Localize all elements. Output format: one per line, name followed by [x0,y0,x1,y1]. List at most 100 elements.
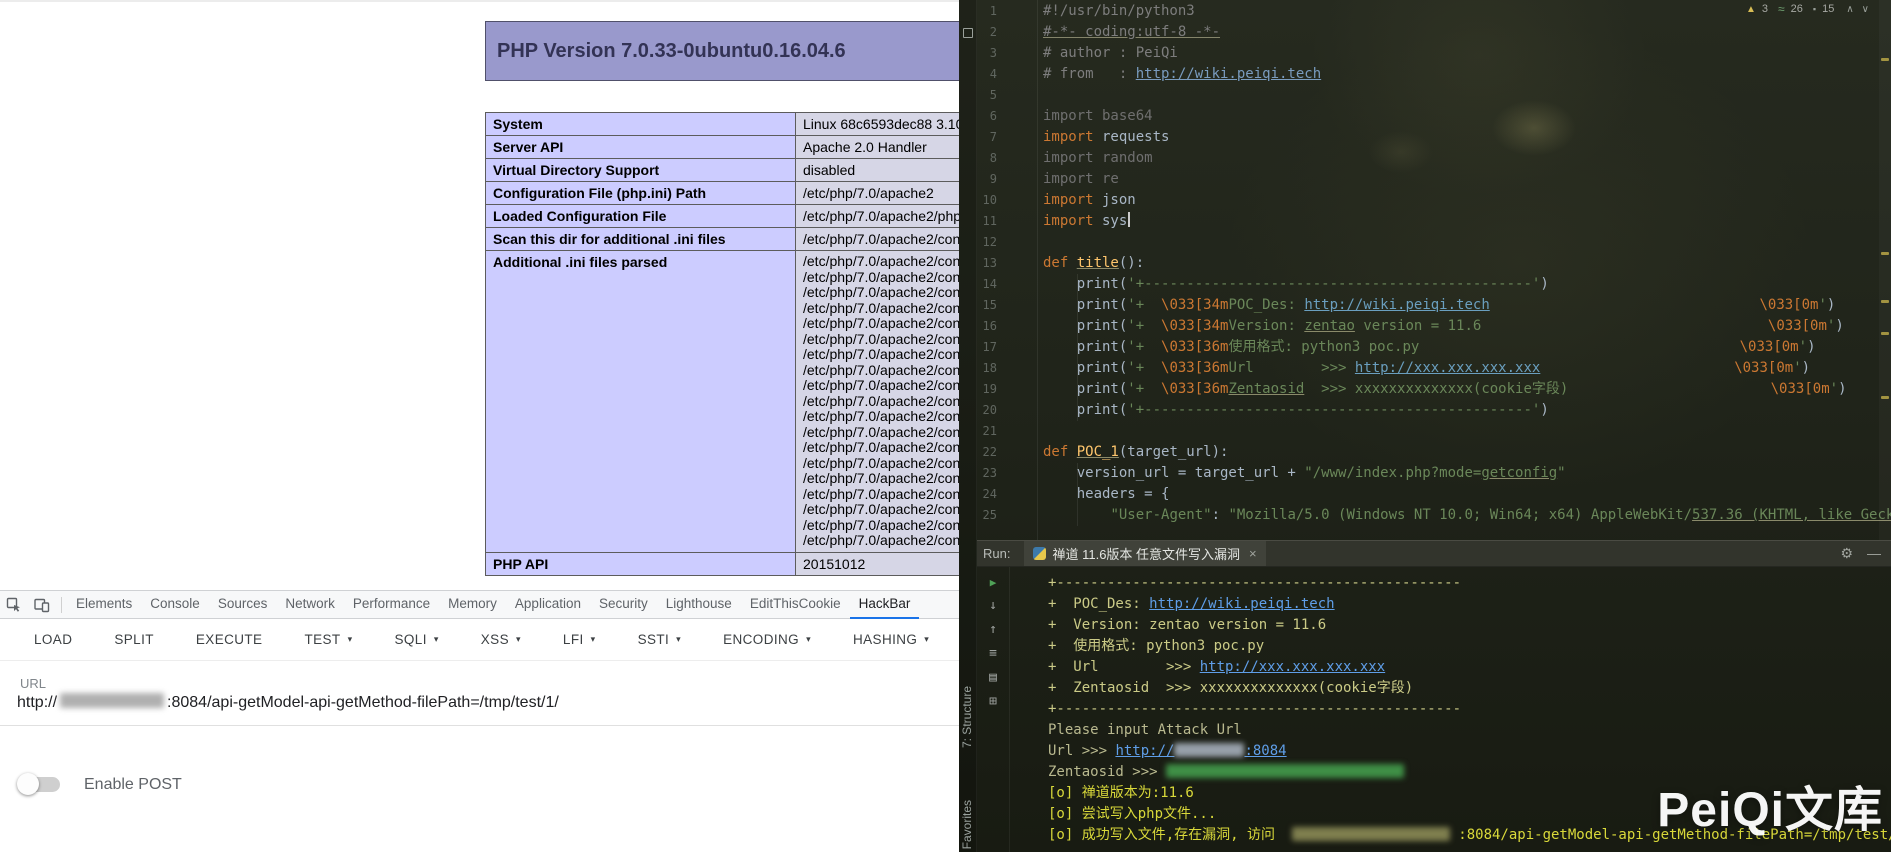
token: ' [1799,339,1807,355]
token: import [1043,213,1094,229]
devtools-tab-memory[interactable]: Memory [439,590,506,619]
hackbar-menu-split[interactable]: SPLIT [114,632,154,647]
error-stripe-mark[interactable] [1881,332,1889,335]
minimize-icon[interactable]: — [1867,545,1881,562]
token: print( [1043,381,1127,397]
enable-post-toggle[interactable] [17,773,63,795]
token: \033[0m [1734,360,1793,376]
phpinfo-table: SystemLinux 68c6593dec88 3.10.0Server AP… [485,112,959,576]
line-number: 13 [977,253,997,274]
url-link[interactable]: http://wiki.peiqi.tech [1304,297,1489,313]
devtools-tab-lighthouse[interactable]: Lighthouse [657,590,741,619]
hackbar-menu-sqli[interactable]: SQLI▾ [394,632,438,647]
prev-error-icon[interactable]: ∧ [1846,4,1853,15]
error-stripe-mark[interactable] [1881,252,1889,255]
gutter-fold-area [997,169,1038,190]
token: zentao [1304,318,1355,334]
token: [o] 成功写入文件,存在漏洞, 访问 [1048,827,1292,843]
line-number: 1 [977,1,997,22]
token: #!/usr/bin/python3 [1043,3,1195,19]
next-error-icon[interactable]: ∨ [1862,4,1869,15]
close-tab-icon[interactable]: × [1249,546,1257,561]
inspect-element-button[interactable] [0,591,28,618]
hackbar-menu-execute[interactable]: EXECUTE [196,632,263,647]
console-line: + Version: zentao version = 11.6 [1048,615,1891,636]
print-icon[interactable]: ▤ [989,670,997,685]
gutter-fold-area [997,379,1038,400]
devtools-tab-editthiscookie[interactable]: EditThisCookie [741,590,850,619]
token: (target_url): [1119,444,1229,460]
error-stripe-mark[interactable] [1881,300,1889,303]
code-text: def title(): [1038,253,1144,274]
console-line: +---------------------------------------… [1048,699,1891,720]
devtools-tab-console[interactable]: Console [141,590,209,619]
ini-file-path: /etc/php/7.0/apache2/con [803,502,959,518]
code-text: import sys [1038,211,1130,232]
scroll-down-icon[interactable]: ↓ [989,598,997,613]
gutter-fold-area [997,484,1038,505]
devtools-tab-elements[interactable]: Elements [67,590,141,619]
code-line: 10import json [977,190,1879,211]
run-panel-tabbar: Run: 禅道 11.6版本 任意文件写入漏洞 × ⚙ — [977,540,1891,567]
url-link[interactable]: http://wiki.peiqi.tech [1149,596,1334,612]
error-stripe-mark[interactable] [1881,396,1889,399]
token: + Url >>> [1048,659,1200,675]
phpinfo-table-body: SystemLinux 68c6593dec88 3.10.0Server AP… [486,113,960,576]
url-input[interactable]: http://:8084/api-getModel-api-getMethod-… [17,693,559,712]
gutter-fold-area [997,358,1038,379]
token: '+ [1127,297,1161,313]
inspections-widget[interactable]: ▲ 3 ≈ 26 ▪ 15 ∧ ∨ [1746,2,1869,16]
url-link[interactable]: http://wiki.peiqi.tech [1136,66,1321,82]
url-suffix: :8084/api-getModel-api-getMethod-filePat… [167,694,559,711]
hackbar-menu-ssti[interactable]: SSTI▾ [638,632,682,647]
hackbar-menu-test[interactable]: TEST▾ [304,632,352,647]
chevron-down-icon: ▾ [516,634,521,645]
token: POC_Des: [1228,297,1304,313]
url-link[interactable]: :8084 [1244,743,1286,759]
token: ) [1827,297,1835,313]
devtools-tab-security[interactable]: Security [590,590,657,619]
token: " [1557,465,1565,481]
run-tab[interactable]: 禅道 11.6版本 任意文件写入漏洞 × [1024,541,1265,566]
line-number: 23 [977,463,997,484]
tool-window-structure[interactable]: 7: Structure [960,686,974,748]
phpinfo-label-cell: PHP API [486,552,796,575]
chevron-down-icon: ▾ [806,634,811,645]
line-number: 6 [977,106,997,127]
console-line: +---------------------------------------… [1048,573,1891,594]
phpinfo-value-cell: Apache 2.0 Handler [796,136,960,159]
rerun-button[interactable]: ▶ [990,576,997,589]
code-text [1038,421,1043,442]
device-toolbar-button[interactable] [28,591,56,618]
code-line: 15 print('+ \033[34mPOC_Des: http://wiki… [977,295,1879,316]
editor-scrollbar[interactable] [1879,0,1891,540]
more-options-icon[interactable]: ⊞ [989,694,997,709]
settings-gear-icon[interactable]: ⚙ [1840,545,1853,562]
scroll-up-icon[interactable]: ↑ [989,622,997,637]
hackbar-menu-encoding[interactable]: ENCODING▾ [723,632,811,647]
tool-window-favorites[interactable]: Favorites [960,800,974,849]
hackbar-menu-load[interactable]: LOAD [34,632,72,647]
devtools-tab-sources[interactable]: Sources [209,590,277,619]
line-number: 11 [977,211,997,232]
hide-window-icon[interactable] [963,28,973,38]
devtools-tab-network[interactable]: Network [276,590,344,619]
url-link[interactable]: http://xxx.xxx.xxx.xxx [1355,360,1540,376]
devtools-tab-hackbar[interactable]: HackBar [850,590,920,619]
url-link[interactable]: http:// [1115,743,1174,759]
token: def [1043,444,1077,460]
hackbar-menu-xss[interactable]: XSS▾ [481,632,521,647]
devtools-tab-application[interactable]: Application [506,590,590,619]
soft-wrap-icon[interactable]: ≡ [989,646,997,661]
console-line: + Zentaosid >>> xxxxxxxxxxxxxx(cookie字段) [1048,678,1891,699]
devtools-tab-performance[interactable]: Performance [344,590,439,619]
token: +---------------------------------------… [1048,575,1461,591]
code-line: 3# author : PeiQi [977,43,1879,64]
code-editor[interactable]: 1#!/usr/bin/python32#-*- coding:utf-8 -*… [977,0,1879,540]
hackbar-menu-hashing[interactable]: HASHING▾ [853,632,929,647]
line-number: 22 [977,442,997,463]
hackbar-menu-lfi[interactable]: LFI▾ [563,632,596,647]
url-link[interactable]: http://xxx.xxx.xxx.xxx [1200,659,1385,675]
gutter-fold-area [997,295,1038,316]
error-stripe-mark[interactable] [1881,58,1889,61]
